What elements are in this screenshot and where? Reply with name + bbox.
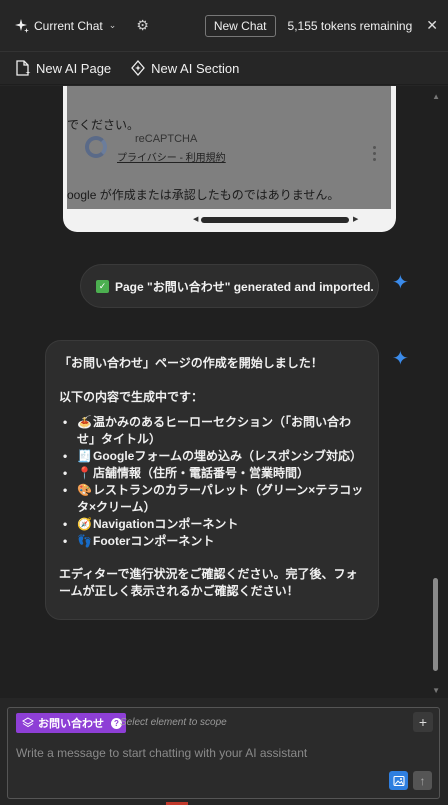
- list-item: 🎨レストランのカラーパレット（グリーン×テラコッタ×クリーム）: [59, 482, 366, 516]
- message-composer: お問い合わせ ? Select element to scope + Write…: [7, 707, 440, 799]
- generation-list: 🍝温かみのあるヒーローセクション（「お問い合わせ」タイトル） 🧾Googleフォ…: [59, 414, 366, 550]
- list-item: 🍝温かみのあるヒーローセクション（「お問い合わせ」タイトル）: [59, 414, 366, 448]
- ai-sparkle-icon: ✦: [392, 348, 409, 370]
- receipt-icon: 🧾: [77, 449, 92, 463]
- message-intro: 「お問い合わせ」ページの作成を開始しました！: [59, 356, 323, 370]
- preview-screenshot: でください。 reCAPTCHA プライバシー - 利用規約 oogle が作成…: [67, 86, 391, 209]
- gear-icon[interactable]: ⚙: [136, 17, 149, 34]
- scroll-up-icon[interactable]: ▲: [432, 92, 440, 101]
- scope-hint: Select element to scope: [120, 717, 227, 728]
- top-bar: Current Chat ⌄ ⚙ New Chat 5,155 tokens r…: [0, 0, 448, 52]
- recaptcha-title: reCAPTCHA: [135, 133, 198, 145]
- chat-scrollbar-thumb[interactable]: [433, 578, 438, 671]
- current-chat-dropdown[interactable]: Current Chat ⌄: [14, 18, 116, 34]
- list-item: 📍店舗情報（住所・電話番号・営業時間）: [59, 465, 366, 482]
- message-input[interactable]: Write a message to start chatting with y…: [16, 746, 396, 760]
- palette-icon: 🎨: [77, 483, 92, 497]
- recaptcha-logo-icon: [85, 136, 107, 158]
- footprints-icon: 👣: [77, 534, 92, 548]
- new-chat-button[interactable]: New Chat: [204, 14, 276, 37]
- preview-scrollbar: [201, 217, 349, 223]
- new-ai-page-label: New AI Page: [36, 60, 112, 76]
- assistant-message: 「お問い合わせ」ページの作成を開始しました！ 以下の内容で生成中です： 🍝温かみ…: [45, 340, 379, 620]
- check-icon: ✓: [96, 279, 109, 293]
- message-closing: エディターで進行状況をご確認ください。完了後、フォームが正しく表示されるかご確認…: [59, 567, 358, 598]
- list-item: 🧭Navigationコンポーネント: [59, 516, 366, 533]
- pin-icon: 📍: [77, 466, 92, 480]
- image-icon: [392, 775, 405, 786]
- generated-notice-text: Page "お問い合わせ" generated and imported.: [115, 279, 374, 294]
- scope-tag-label: お問い合わせ: [38, 718, 104, 730]
- page-preview-image: でください。 reCAPTCHA プライバシー - 利用規約 oogle が作成…: [63, 86, 396, 232]
- scroll-left-icon: ◀: [193, 216, 199, 223]
- ai-sparkle-icon: ✦: [392, 272, 409, 294]
- new-ai-section-button[interactable]: New AI Section: [129, 59, 239, 77]
- list-item: 👣Footerコンポーネント: [59, 533, 366, 550]
- new-ai-page-button[interactable]: New AI Page: [14, 59, 111, 77]
- scope-tag[interactable]: お問い合わせ ?: [16, 713, 126, 733]
- food-icon: 🍝: [77, 415, 92, 429]
- close-icon[interactable]: ✕: [426, 17, 438, 34]
- message-list-heading: 以下の内容で生成中です：: [59, 390, 204, 404]
- preview-top-text: でください。: [67, 118, 140, 132]
- chevron-down-icon: ⌄: [108, 20, 117, 30]
- new-section-icon: [131, 60, 146, 76]
- send-button[interactable]: ↑: [413, 771, 432, 790]
- list-item: 🧾Googleフォームの埋め込み（レスポンシブ対応）: [59, 448, 366, 465]
- add-button[interactable]: +: [413, 712, 433, 732]
- image-upload-button[interactable]: [389, 771, 408, 790]
- sparkle-icon: [15, 18, 29, 33]
- new-ai-section-label: New AI Section: [151, 60, 240, 76]
- scroll-down-icon[interactable]: ▼: [432, 686, 440, 695]
- scroll-right-icon: ▶: [353, 216, 359, 223]
- preview-bottom-text: oogle が作成または承認したものではありません。: [67, 188, 340, 202]
- layers-icon: [22, 717, 34, 728]
- generated-notice-bubble: ✓ Page "お問い合わせ" generated and imported.: [80, 264, 379, 308]
- more-vertical-icon: [373, 146, 377, 164]
- current-chat-label: Current Chat: [34, 18, 103, 33]
- tokens-remaining: 5,155 tokens remaining: [287, 18, 413, 33]
- navigation-icon: 🧭: [77, 517, 92, 531]
- action-bar: New AI Page New AI Section: [0, 52, 448, 85]
- new-page-icon: [16, 60, 31, 76]
- recaptcha-links: プライバシー - 利用規約: [117, 153, 226, 164]
